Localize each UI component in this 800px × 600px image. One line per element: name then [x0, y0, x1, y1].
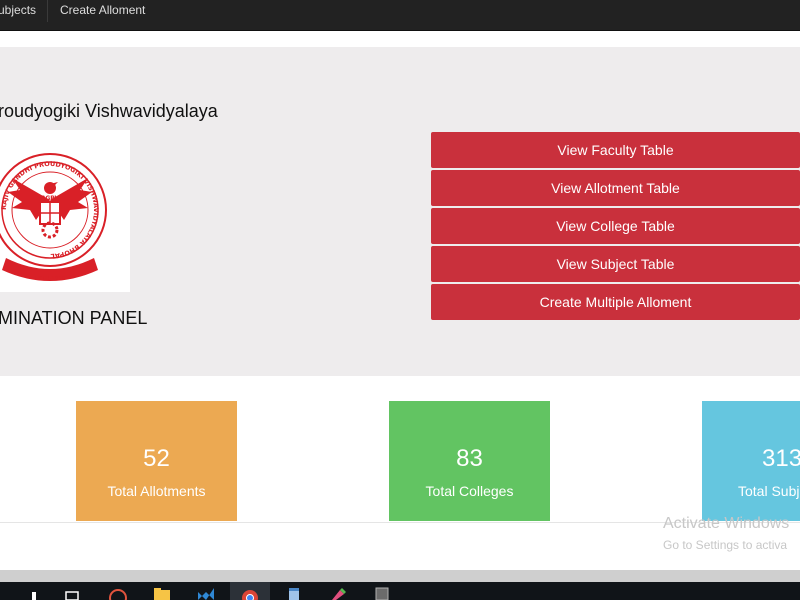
rgpv-seal-logo-icon: RAJIV GANDHI PROUDYOGIKI VISHWAVIDYALAYA… — [0, 153, 107, 282]
create-multiple-alloment-button[interactable]: Create Multiple Alloment — [431, 284, 800, 320]
file-explorer-icon[interactable] — [142, 582, 182, 600]
paint-icon[interactable] — [318, 582, 358, 600]
stat-card-colleges[interactable]: 83 Total Colleges — [389, 401, 550, 521]
view-allotment-table-button[interactable]: View Allotment Table — [431, 170, 800, 206]
logo-est-text: ESTD-1998 — [35, 276, 66, 282]
university-name: roudyogiki Vishwavidyalaya — [0, 101, 218, 121]
stat-label: Total Allotments — [107, 483, 206, 499]
nav-item-create-alloment[interactable]: Create Alloment — [60, 0, 145, 22]
stat-value: 83 — [456, 445, 483, 472]
view-faculty-table-button[interactable]: View Faculty Table — [431, 132, 800, 168]
windows-start-icon[interactable] — [14, 582, 54, 600]
task-view-icon[interactable] — [52, 582, 92, 600]
view-subject-table-button[interactable]: View Subject Table — [431, 246, 800, 282]
visual-studio-icon[interactable] — [186, 582, 226, 600]
stat-card-subjects[interactable]: 313 Total Subj — [702, 401, 800, 521]
activate-windows-watermark: Activate Windows — [663, 515, 790, 532]
stat-value: 313 — [762, 445, 800, 472]
panel-title: MINATION PANEL — [0, 308, 148, 328]
top-navbar: ubjects Create Alloment — [0, 0, 800, 31]
nav-separator — [47, 0, 48, 22]
terminal-icon[interactable] — [362, 582, 402, 600]
stat-value: 52 — [143, 445, 170, 472]
stat-card-allotments[interactable]: 52 Total Allotments — [76, 401, 237, 521]
university-logo: RAJIV GANDHI PROUDYOGIKI VISHWAVIDYALAYA… — [0, 130, 130, 292]
view-college-table-button[interactable]: View College Table — [431, 208, 800, 244]
stat-label: Total Colleges — [425, 483, 514, 499]
activate-windows-subtitle: Go to Settings to activa — [663, 538, 788, 552]
chrome-icon[interactable] — [230, 582, 270, 600]
horizontal-scrollbar[interactable] — [0, 570, 800, 582]
stat-label: Total Subj — [738, 483, 800, 499]
logo-center-text: RGPV — [41, 195, 60, 202]
notepad-icon[interactable] — [274, 582, 314, 600]
nav-item-subjects[interactable]: ubjects — [0, 0, 36, 22]
media-player-icon[interactable] — [98, 582, 138, 600]
